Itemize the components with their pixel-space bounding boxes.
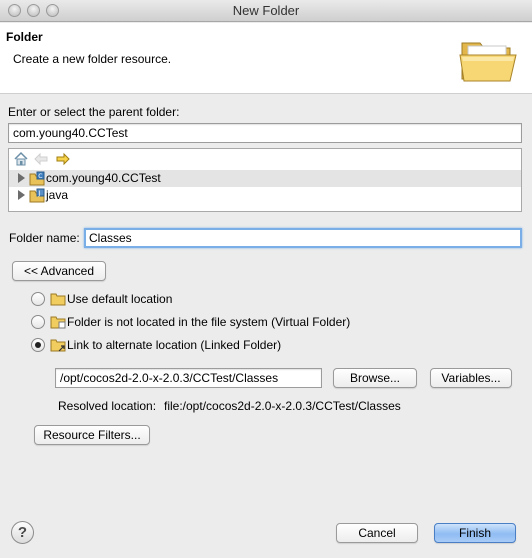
disclosure-triangle-icon[interactable] [18, 190, 25, 200]
java-project-icon: J [29, 188, 45, 203]
project-icon: C [29, 171, 45, 186]
banner-description: Create a new folder resource. [13, 52, 172, 66]
folder-name-label: Folder name: [9, 231, 80, 245]
resolved-location-value: file:/opt/cocos2d-2.0-x-2.0.3/CCTest/Cla… [164, 399, 401, 413]
radio-linked-folder[interactable] [31, 338, 45, 352]
tree-toolbar [9, 149, 521, 169]
svg-text:J: J [38, 190, 41, 197]
option-label[interactable]: Use default location [67, 292, 172, 306]
resource-filters-button[interactable]: Resource Filters... [34, 425, 150, 445]
tree-item-java[interactable]: J java [9, 187, 521, 204]
parent-folder-field[interactable]: com.young40.CCTest [8, 123, 522, 143]
radio-use-default-location[interactable] [31, 292, 45, 306]
finish-button[interactable]: Finish [434, 523, 516, 543]
browse-button[interactable]: Browse... [333, 368, 417, 388]
banner-title: Folder [6, 30, 43, 44]
back-icon[interactable] [33, 151, 49, 167]
svg-text:C: C [38, 173, 42, 180]
virtual-folder-icon [50, 316, 66, 329]
option-label[interactable]: Folder is not located in the file system… [67, 315, 350, 329]
radio-virtual-folder[interactable] [31, 315, 45, 329]
disclosure-triangle-icon[interactable] [18, 173, 25, 183]
parent-folder-label: Enter or select the parent folder: [8, 105, 180, 119]
window-title: New Folder [232, 3, 300, 18]
tree-item-label: java [46, 188, 69, 202]
tree-item-label: com.young40.CCTest [46, 171, 161, 185]
cancel-button[interactable]: Cancel [336, 523, 418, 543]
help-icon[interactable]: ? [11, 521, 34, 544]
option-label[interactable]: Link to alternate location (Linked Folde… [67, 338, 281, 352]
link-location-field[interactable]: /opt/cocos2d-2.0-x-2.0.3/CCTest/Classes [55, 368, 322, 388]
wizard-banner: Folder Create a new folder resource. [0, 23, 532, 94]
resolved-location-label: Resolved location: [58, 399, 157, 413]
linked-folder-icon [50, 339, 66, 352]
folder-tree[interactable]: C com.young40.CCTest J java [8, 148, 522, 212]
tree-item-com-young40-cctest[interactable]: C com.young40.CCTest [9, 170, 521, 187]
variables-button[interactable]: Variables... [430, 368, 512, 388]
home-icon[interactable] [13, 151, 29, 167]
folder-open-icon [459, 42, 517, 82]
folder-name-field[interactable]: Classes [84, 228, 522, 248]
advanced-button[interactable]: << Advanced [12, 261, 106, 281]
forward-icon[interactable] [55, 151, 71, 167]
title-bar: New Folder [0, 0, 532, 22]
folder-icon [50, 293, 66, 306]
